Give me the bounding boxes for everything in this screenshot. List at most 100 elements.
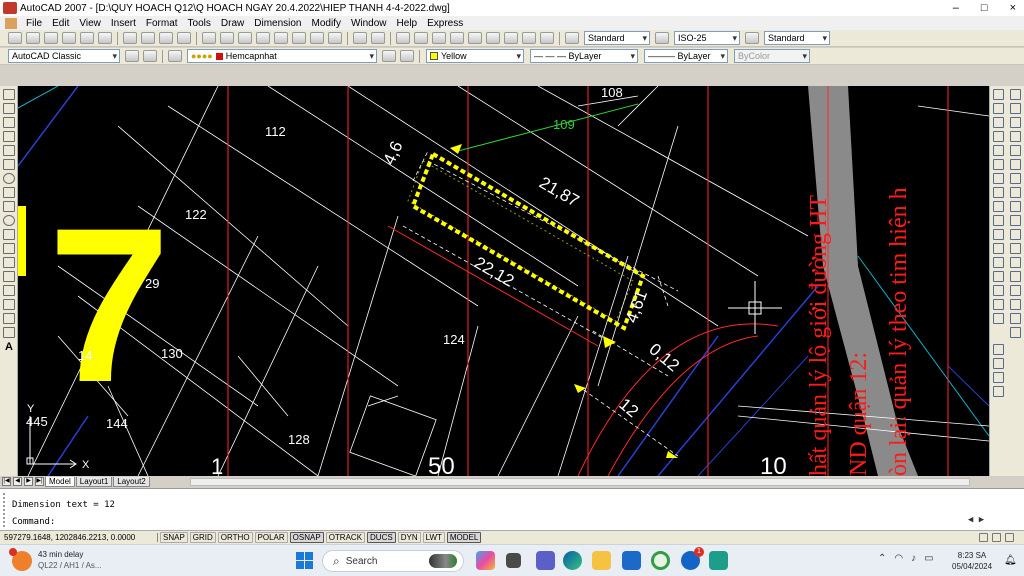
zoom-realtime-icon[interactable] (414, 32, 428, 44)
maximize-button[interactable]: □ (981, 0, 988, 16)
angular-icon[interactable] (1010, 187, 1021, 198)
dim-style-icon[interactable] (655, 32, 669, 44)
workspace-settings-icon[interactable] (125, 50, 139, 62)
volume-icon[interactable]: ♪ (911, 553, 916, 564)
text-above-icon[interactable] (993, 386, 1004, 397)
chamfer-icon[interactable] (993, 285, 1004, 296)
snap-toggle[interactable]: SNAP (160, 532, 188, 543)
jogged-icon[interactable] (1010, 159, 1021, 170)
plot-preview-icon[interactable] (80, 32, 94, 44)
cut-icon[interactable] (123, 32, 137, 44)
notification-bell-icon[interactable]: 🔔︎ (1004, 555, 1017, 566)
grid-toggle[interactable]: GRID (189, 532, 216, 543)
zoom-window-icon[interactable] (432, 32, 446, 44)
gradient-icon[interactable] (3, 299, 15, 310)
menu-insert[interactable]: Insert (106, 18, 141, 29)
dim-style-control-icon[interactable] (1010, 327, 1021, 338)
windows-start-icon[interactable] (296, 552, 313, 569)
menu-file[interactable]: File (21, 18, 47, 29)
markup-icon[interactable] (256, 32, 270, 44)
explode-icon[interactable] (310, 32, 324, 44)
scale-icon[interactable] (993, 187, 1004, 198)
tolerance-icon[interactable] (1010, 257, 1021, 268)
paste-icon[interactable] (159, 32, 173, 44)
quick-dim-icon[interactable] (1010, 201, 1021, 212)
menu-tools[interactable]: Tools (183, 18, 216, 29)
dim-text-edit-icon[interactable] (1010, 299, 1021, 310)
make-current-icon[interactable] (382, 50, 396, 62)
menu-view[interactable]: View (74, 18, 106, 29)
traffic-widget[interactable]: 43 min delay QL22 / AH1 / As... (9, 548, 102, 571)
model-toggle[interactable]: MODEL (446, 532, 482, 543)
text-style-select[interactable]: Standard (584, 31, 650, 45)
continue-icon[interactable] (1010, 229, 1021, 240)
minimize-button[interactable]: – (953, 0, 959, 16)
taskbar-clock[interactable]: 8:23 SA 05/04/2024 (952, 550, 992, 572)
baseline-icon[interactable] (1010, 215, 1021, 226)
linear-dim-icon[interactable] (1010, 89, 1021, 100)
zoom-previous-icon[interactable] (450, 32, 464, 44)
aligned-dim-icon[interactable] (1010, 103, 1021, 114)
trim-icon[interactable] (993, 215, 1004, 226)
construction-line-icon[interactable] (3, 103, 15, 114)
save-icon[interactable] (44, 32, 58, 44)
last-tab-arrow-icon[interactable]: ▶| (35, 477, 44, 486)
workspace-select[interactable]: AutoCAD Classic (8, 49, 120, 63)
mail-icon[interactable] (622, 551, 641, 570)
taskbar-search[interactable]: ⌕ Search (322, 550, 464, 572)
ortho-toggle[interactable]: ORTHO (217, 532, 253, 543)
wifi-icon[interactable]: ◠ (894, 553, 903, 564)
menu-edit[interactable]: Edit (47, 18, 74, 29)
tab-model[interactable]: Model (45, 476, 75, 487)
arc-length-icon[interactable] (1010, 117, 1021, 128)
menu-format[interactable]: Format (141, 18, 183, 29)
tab-layout2[interactable]: Layout2 (113, 476, 150, 487)
make-block-icon[interactable] (3, 257, 15, 268)
multiline-text-icon[interactable]: A (3, 341, 15, 353)
layer-select[interactable]: ●●●● Hemcapnhat (187, 49, 377, 63)
mirror-icon[interactable] (993, 117, 1004, 128)
close-button[interactable]: × (1010, 0, 1016, 16)
line-icon[interactable] (3, 89, 15, 100)
otrack-toggle[interactable]: OTRACK (325, 532, 366, 543)
layer-manager-icon[interactable] (168, 50, 182, 62)
lineweight-select[interactable]: ——— ByLayer (644, 49, 728, 63)
stretch-icon[interactable] (993, 201, 1004, 212)
explode-object-icon[interactable] (993, 313, 1004, 324)
design-center-2-icon[interactable] (486, 32, 500, 44)
sheet-set-icon[interactable] (238, 32, 252, 44)
command-window-grip[interactable] (3, 493, 8, 527)
array-icon[interactable] (993, 145, 1004, 156)
fillet-icon[interactable] (993, 299, 1004, 310)
ellipse-icon[interactable] (3, 215, 15, 226)
communication-center-icon[interactable] (992, 533, 1001, 542)
menu-modify[interactable]: Modify (307, 18, 346, 29)
tool-palettes-icon[interactable] (292, 32, 306, 44)
properties-icon[interactable] (468, 32, 482, 44)
horizontal-scrollbar[interactable] (190, 478, 970, 486)
break-at-point-icon[interactable] (993, 243, 1004, 254)
offset-icon[interactable] (993, 131, 1004, 142)
help-icon[interactable] (540, 32, 554, 44)
text-style-icon[interactable] (565, 32, 579, 44)
draw-order-icon[interactable] (993, 344, 1004, 355)
insert-block-icon[interactable] (3, 243, 15, 254)
copy-icon[interactable] (141, 32, 155, 44)
move-icon[interactable] (993, 159, 1004, 170)
dyn-toggle[interactable]: DYN (397, 532, 421, 543)
copilot-icon[interactable] (476, 551, 495, 570)
edge-icon[interactable] (563, 551, 582, 570)
revision-cloud-icon[interactable] (3, 187, 15, 198)
selected-parcel[interactable] (410, 151, 646, 331)
osnap-toggle[interactable]: OSNAP (289, 532, 324, 543)
linetype-select[interactable]: — — — ByLayer (530, 49, 638, 63)
arc-icon[interactable] (3, 159, 15, 170)
menu-express[interactable]: Express (422, 18, 468, 29)
quick-leader-icon[interactable] (1010, 243, 1021, 254)
bring-front-icon[interactable] (993, 358, 1004, 369)
tool-palette-icon[interactable] (504, 32, 518, 44)
circle-icon[interactable] (3, 173, 15, 184)
center-mark-icon[interactable] (1010, 271, 1021, 282)
menu-window[interactable]: Window (346, 18, 392, 29)
menu-dimension[interactable]: Dimension (249, 18, 306, 29)
